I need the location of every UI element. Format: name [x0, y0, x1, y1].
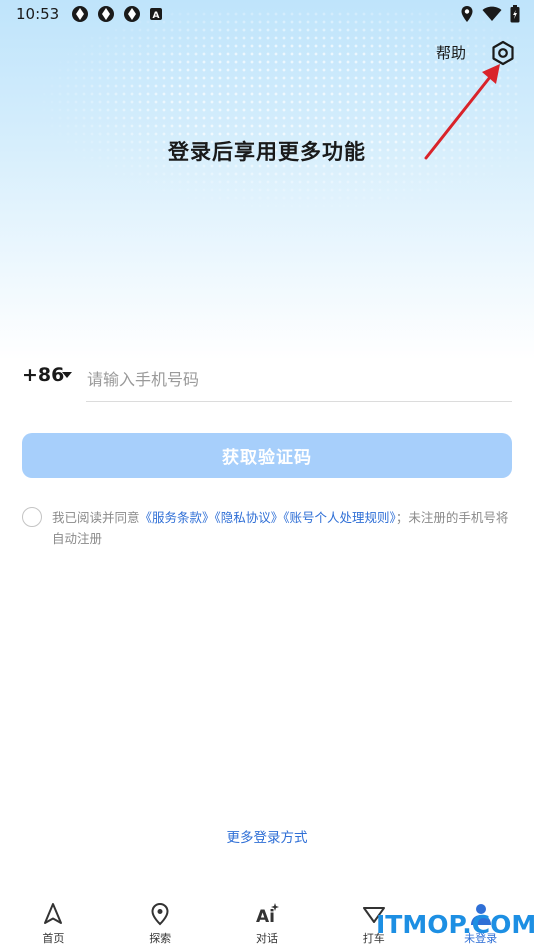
status-bar: 10:53 A — [0, 0, 534, 28]
location-icon — [461, 6, 473, 22]
nav-item-chat[interactable]: Ai 对话 — [227, 896, 307, 950]
location-pin-icon — [151, 902, 169, 926]
status-notification-icons: A — [71, 5, 163, 23]
agreement-prefix: 我已阅读并同意 — [52, 510, 140, 525]
get-verification-code-button[interactable]: 获取验证码 — [22, 433, 512, 478]
aperture-icon — [124, 6, 141, 22]
agreement-text: 我已阅读并同意《服务条款》《隐私协议》《账号个人处理规则》；未注册的手机号将自动… — [52, 507, 518, 549]
battery-icon — [510, 5, 520, 23]
more-login-methods-link[interactable]: 更多登录方式 — [0, 826, 534, 846]
phone-input-row: +86 — [22, 358, 512, 402]
privacy-policy-link[interactable]: 《隐私协议》 — [215, 510, 284, 525]
personal-info-rules-link[interactable]: 《账号个人处理规则》 — [283, 510, 396, 525]
site-watermark: ITMOP.COM — [376, 910, 534, 939]
ai-icon: Ai — [256, 903, 279, 926]
navigation-arrow-icon — [44, 903, 63, 924]
status-system-icons — [460, 5, 520, 23]
nav-label-home: 首页 — [42, 932, 65, 945]
svg-text:A: A — [153, 11, 160, 21]
svg-text:Ai: Ai — [256, 907, 275, 926]
wifi-icon — [482, 6, 502, 21]
aperture-icon — [98, 6, 115, 22]
nav-label-chat: 对话 — [255, 932, 278, 945]
terms-of-service-link[interactable]: 《服务条款》 — [140, 510, 215, 525]
caret-down-icon[interactable] — [62, 372, 72, 378]
phone-number-input[interactable] — [86, 358, 512, 402]
nav-item-home[interactable]: 首页 — [13, 896, 93, 950]
status-time: 10:53 — [16, 5, 60, 23]
nav-item-explore[interactable]: 探索 — [120, 896, 200, 950]
country-code-selector[interactable]: +86 — [22, 364, 64, 386]
hero-title: 登录后享用更多功能 — [168, 140, 366, 164]
agreement-checkbox[interactable] — [22, 507, 42, 527]
nav-label-explore: 探索 — [149, 932, 172, 945]
aperture-icon — [72, 6, 89, 22]
a-badge-icon: A — [150, 8, 163, 21]
